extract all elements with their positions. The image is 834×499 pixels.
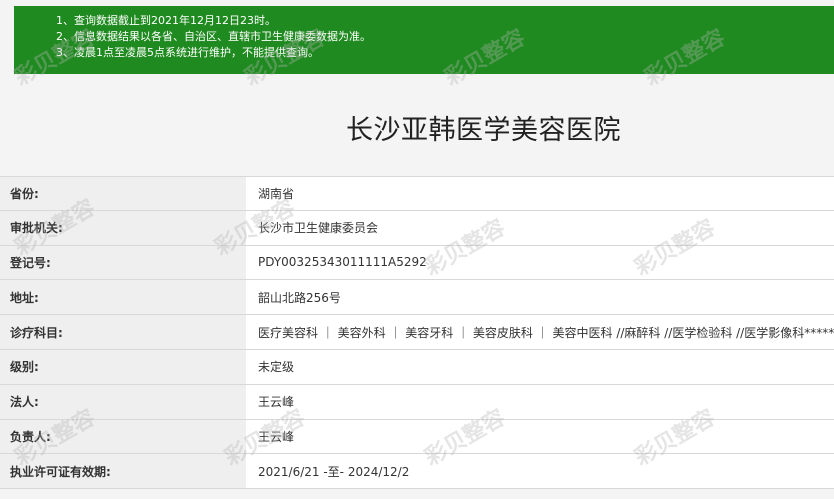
info-row-approval-authority: 审批机关: 长沙市卫生健康委员会 [0,210,834,246]
row-label: 审批机关: [0,210,246,245]
info-row-legal-person: 法人: 王云峰 [0,384,834,420]
row-value: 长沙市卫生健康委员会 [246,210,834,245]
info-row-address: 地址: 韶山北路256号 [0,280,834,316]
row-value: 医疗美容科 ｜ 美容外科 ｜ 美容牙科 ｜ 美容皮肤科 ｜ 美容中医科 //麻醉… [246,315,834,349]
row-label: 省份: [0,177,246,210]
notice-line-3: 3、凌晨1点至凌晨5点系统进行维护，不能提供查询。 [56,46,319,59]
row-label: 地址: [0,280,246,315]
row-value: 未定级 [246,349,834,384]
hospital-info-table: 省份: 湖南省 审批机关: 长沙市卫生健康委员会 登记号: PDY0032534… [0,176,834,490]
notice-banner: 1、查询数据截止到2021年12月12日23时。 2、信息数据结果以各省、自治区… [14,6,834,74]
info-row-departments: 诊疗科目: 医疗美容科 ｜ 美容外科 ｜ 美容牙科 ｜ 美容皮肤科 ｜ 美容中医… [0,315,834,350]
hospital-title: 长沙亚韩医学美容医院 [346,115,621,146]
info-row-registration-number: 登记号: PDY00325343011111A5292 [0,245,834,281]
info-row-person-in-charge: 负责人: 王云峰 [0,419,834,455]
row-value: PDY00325343011111A5292 [246,245,834,280]
info-row-province: 省份: 湖南省 [0,176,834,211]
row-label: 法人: [0,384,246,419]
notice-line-1: 1、查询数据截止到2021年12月12日23时。 [56,14,276,27]
row-value: 湖南省 [246,177,834,210]
notice-line-2: 2、信息数据结果以各省、自治区、直辖市卫生健康委数据为准。 [56,30,371,43]
title-area: 长沙亚韩医学美容医院 [0,98,834,158]
row-value: 王云峰 [246,419,834,454]
row-label: 负责人: [0,419,246,454]
row-value: 王云峰 [246,384,834,419]
info-row-level: 级别: 未定级 [0,349,834,385]
info-row-license-validity: 执业许可证有效期: 2021/6/21 -至- 2024/12/2 [0,454,834,490]
row-label: 登记号: [0,245,246,280]
row-label: 诊疗科目: [0,315,246,349]
row-label: 执业许可证有效期: [0,454,246,489]
row-label: 级别: [0,349,246,384]
row-value: 2021/6/21 -至- 2024/12/2 [246,454,834,489]
row-value: 韶山北路256号 [246,280,834,315]
